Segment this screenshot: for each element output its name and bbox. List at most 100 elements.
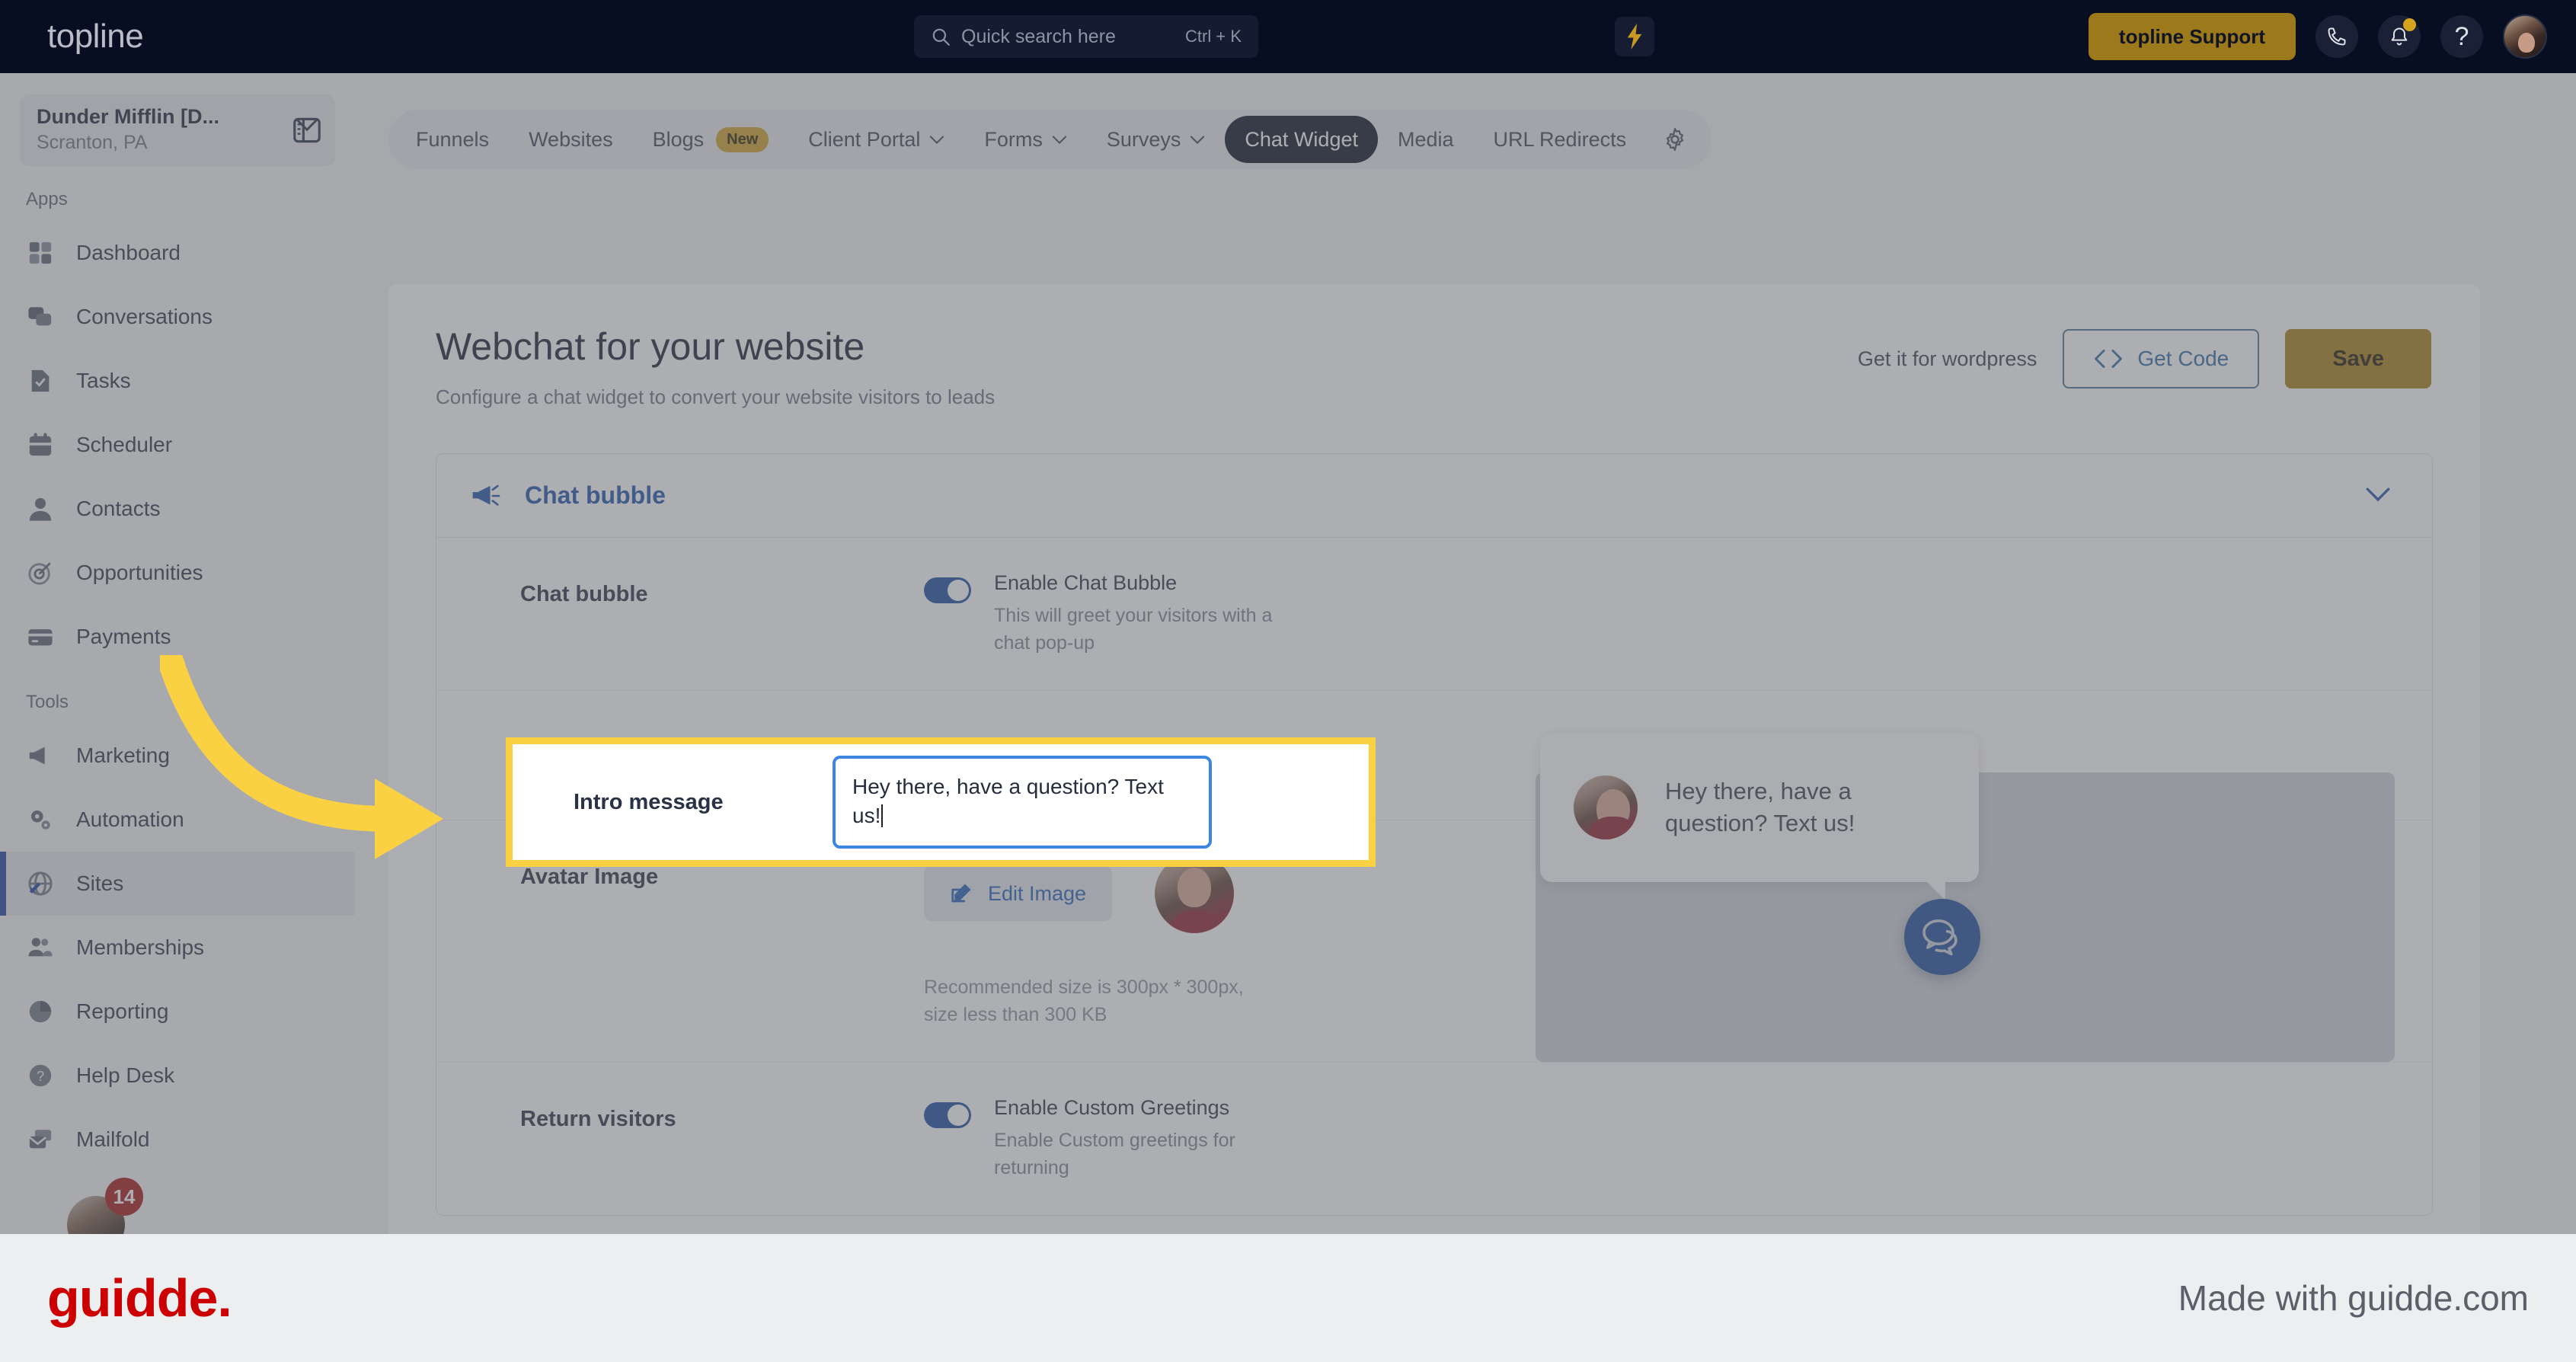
lightning-bolt-icon <box>1627 24 1642 50</box>
tab-funnels[interactable]: Funnels <box>396 116 509 163</box>
pencil-square-icon <box>951 884 971 903</box>
edit-image-button[interactable]: Edit Image <box>924 866 1113 921</box>
tab-blogs[interactable]: Blogs New <box>633 116 789 163</box>
sidebar-item-label: Dashboard <box>76 241 181 264</box>
chevron-down-icon[interactable] <box>2365 486 2391 503</box>
enable-chat-bubble-toggle[interactable] <box>924 577 971 603</box>
sidebar-item-memberships[interactable]: Memberships <box>0 916 355 980</box>
sidebar-item-label: Contacts <box>76 497 161 520</box>
sidebar-item-contacts[interactable]: Contacts <box>0 477 355 541</box>
sidebar-item-label: Tasks <box>76 369 131 392</box>
sidebar-item-opportunities[interactable]: Opportunities <box>0 541 355 605</box>
global-search[interactable]: Quick search here Ctrl + K <box>914 15 1258 58</box>
tab-label: Blogs <box>652 127 705 151</box>
sidebar-item-tasks[interactable]: Tasks <box>0 349 355 413</box>
get-code-button[interactable]: Get Code <box>2063 329 2260 388</box>
page-header: Webchat for your website Configure a cha… <box>388 285 2480 409</box>
sidebar-item-reporting[interactable]: Reporting <box>0 980 355 1044</box>
main-content: Funnels Websites Blogs New Client Portal… <box>355 73 2576 1234</box>
dashboard-icon <box>26 238 55 267</box>
row-control: Enable Chat Bubble This will greet your … <box>924 571 2432 657</box>
control-description: This will greet your visitors with a cha… <box>994 605 1273 654</box>
sidebar-item-help-desk[interactable]: ? Help Desk <box>0 1044 355 1108</box>
control-title: Enable Chat Bubble <box>994 571 1178 594</box>
globe-icon <box>26 869 55 898</box>
top-bar: topline Quick search here Ctrl + K topli… <box>0 0 2576 73</box>
wordpress-link[interactable]: Get it for wordpress <box>1858 347 2037 371</box>
target-icon <box>26 558 55 587</box>
preview-avatar <box>1574 775 1638 839</box>
tab-label: Surveys <box>1106 127 1181 151</box>
chat-widget-preview: Hey there, have a question? Text us! <box>1536 733 2395 1062</box>
location-sub: Scranton, PA <box>37 132 148 153</box>
panel-toggle-icon[interactable] <box>292 117 321 143</box>
calendar-icon <box>26 430 55 459</box>
control-text: Enable Chat Bubble This will greet your … <box>994 571 1276 657</box>
search-icon <box>932 28 950 46</box>
site-nav-tabs: Funnels Websites Blogs New Client Portal… <box>388 110 1712 169</box>
megaphone-icon <box>26 741 55 770</box>
tab-label: Forms <box>984 127 1043 151</box>
row-label: Return visitors <box>520 1107 676 1131</box>
intro-message-value: Hey there, have a question? Text us! <box>852 775 1164 827</box>
topline-logo[interactable]: topline <box>47 18 144 56</box>
sidebar-item-label: Memberships <box>76 935 205 959</box>
enable-custom-greetings-toggle[interactable] <box>924 1102 971 1128</box>
search-shortcut: Ctrl + K <box>1185 27 1242 46</box>
chevron-down-icon <box>1191 135 1205 144</box>
app-root: topline Quick search here Ctrl + K topli… <box>0 0 2576 1362</box>
pie-chart-icon <box>26 997 55 1026</box>
get-code-label: Get Code <box>2137 347 2229 370</box>
code-brackets-icon <box>2095 350 2123 369</box>
row-chat-bubble: Chat bubble Enable Chat Bubble This will… <box>436 538 2432 691</box>
sidebar-item-dashboard[interactable]: Dashboard <box>0 221 355 285</box>
tab-websites[interactable]: Websites <box>509 116 633 163</box>
row-return-visitors: Return visitors Enable Custom Greetings … <box>436 1063 2432 1215</box>
tab-url-redirects[interactable]: URL Redirects <box>1474 116 1647 163</box>
notifications-button[interactable] <box>2378 15 2421 58</box>
header-actions: Get it for wordpress Get Code Save <box>1858 329 2431 388</box>
sidebar-section-apps: Apps <box>26 189 68 209</box>
tab-surveys[interactable]: Surveys <box>1087 116 1226 163</box>
question-mark-icon: ? <box>2454 21 2469 51</box>
sidebar-item-scheduler[interactable]: Scheduler <box>0 413 355 477</box>
sidebar-item-label: Sites <box>76 871 124 895</box>
notification-dot <box>2403 18 2416 31</box>
sidebar: Dunder Mifflin [D... Scranton, PA Apps D… <box>0 73 355 1254</box>
tab-label: URL Redirects <box>1493 127 1627 151</box>
sidebar-item-mailfold[interactable]: Mailfold <box>0 1108 355 1172</box>
location-selector[interactable]: Dunder Mifflin [D... Scranton, PA <box>20 94 335 166</box>
help-button[interactable]: ? <box>2440 15 2483 58</box>
tab-media[interactable]: Media <box>1378 116 1474 163</box>
search-input[interactable]: Quick search here <box>961 26 1175 48</box>
support-button[interactable]: topline Support <box>2088 13 2296 60</box>
quick-actions-button[interactable] <box>1615 17 1654 56</box>
user-avatar[interactable] <box>2503 14 2547 59</box>
new-badge: New <box>716 126 769 152</box>
section-header[interactable]: Chat bubble <box>436 454 2432 538</box>
control-title: Enable Custom Greetings <box>994 1096 1230 1119</box>
sidebar-item-conversations[interactable]: Conversations <box>0 285 355 349</box>
control-description: Enable Custom greetings for returning <box>994 1130 1235 1178</box>
page-subtitle: Configure a chat widget to convert your … <box>436 385 996 408</box>
tab-label: Media <box>1397 127 1454 151</box>
tab-chat-widget[interactable]: Chat Widget <box>1225 116 1378 163</box>
phone-button[interactable] <box>2316 15 2358 58</box>
edit-image-label: Edit Image <box>988 881 1087 905</box>
guidde-footer: guidde. Made with guidde.com <box>0 1234 2576 1362</box>
chevron-down-icon <box>930 135 944 144</box>
credit-card-icon <box>26 622 55 651</box>
section-title: Chat bubble <box>525 481 666 509</box>
tab-forms[interactable]: Forms <box>964 116 1087 163</box>
tab-client-portal[interactable]: Client Portal <box>788 116 964 163</box>
preview-chat-launcher[interactable] <box>1904 899 1980 975</box>
intro-message-label: Intro message <box>574 789 724 814</box>
save-button[interactable]: Save <box>2285 329 2431 388</box>
chat-bubbles-icon <box>1922 919 1958 956</box>
intro-message-input[interactable]: Hey there, have a question? Text us! <box>833 756 1212 849</box>
sidebar-badge-count: 14 <box>105 1178 143 1216</box>
chevron-down-icon <box>1052 135 1067 144</box>
tab-settings[interactable] <box>1646 116 1704 163</box>
sidebar-item-label: Marketing <box>76 743 170 767</box>
sidebar-item-label: Help Desk <box>76 1063 175 1087</box>
